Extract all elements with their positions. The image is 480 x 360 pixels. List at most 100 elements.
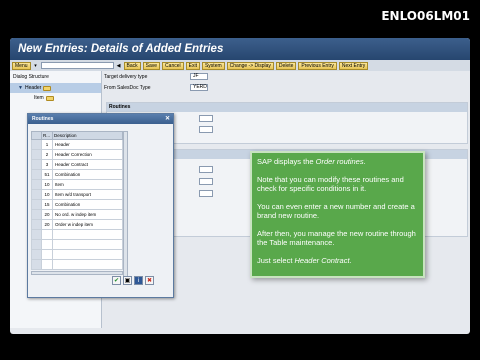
routine-description: Combination — [52, 169, 123, 180]
delete-button[interactable]: Delete — [275, 61, 297, 70]
routine-number: 10 — [41, 179, 53, 190]
folder-icon — [45, 95, 54, 101]
row-selector[interactable] — [31, 159, 42, 170]
row-selector[interactable] — [31, 169, 42, 180]
empty-cell — [41, 239, 53, 250]
tree-item-header[interactable]: ▼ Header — [10, 83, 101, 93]
routine-field-1[interactable] — [199, 115, 213, 122]
table-row-empty[interactable] — [31, 259, 123, 270]
table-row-empty[interactable] — [31, 229, 123, 240]
routine-description: Item — [52, 179, 123, 190]
info-icon[interactable]: i — [134, 276, 143, 285]
menu-button[interactable]: Menu — [12, 61, 31, 70]
row-selector-header[interactable] — [31, 131, 42, 140]
callout-paragraph: After then, you manage the new routine t… — [257, 229, 416, 247]
row-selector[interactable] — [31, 139, 42, 150]
routine-number: 20 — [41, 219, 53, 230]
routine-description: Header — [52, 139, 123, 150]
popup-button-bar: ✔ ▣ i ✖ — [112, 276, 154, 285]
popup-title-bar: Routines ✕ — [28, 114, 173, 124]
table-row[interactable]: 51 Combination — [31, 169, 123, 180]
back-button[interactable]: Back — [123, 61, 141, 70]
table-row[interactable]: 20 Order w indep item — [31, 219, 123, 230]
empty-cell — [52, 239, 123, 250]
title-bar: New Entries: Details of Added Entries — [10, 38, 470, 60]
target-delivery-field[interactable]: JF — [190, 73, 208, 80]
cancel-x-icon[interactable]: ✖ — [145, 276, 154, 285]
previous-entry-button[interactable]: Previous Entry — [298, 61, 337, 70]
save-button[interactable]: Save — [142, 61, 161, 70]
table-row[interactable]: 10 Item — [31, 179, 123, 190]
table-row[interactable]: 2 Header Correction — [31, 149, 123, 160]
row-selector[interactable] — [31, 179, 42, 190]
routines-popup: Routines ✕ R... Description 1 Header 2 Hea… — [27, 113, 174, 298]
system-button[interactable]: System — [201, 61, 225, 70]
field-row-target: Target delivery type JF — [104, 71, 208, 82]
folder-icon — [43, 85, 52, 91]
vertical-scrollbar[interactable] — [123, 131, 128, 278]
popup-title: Routines — [32, 116, 54, 122]
routine-description: Header Correction — [52, 149, 123, 160]
routine-number: 1 — [41, 139, 53, 150]
row-selector[interactable] — [31, 259, 42, 270]
data-field-3[interactable] — [199, 190, 213, 197]
from-salesdoc-label: From SalesDoc Type — [104, 84, 151, 91]
table-row[interactable]: 3 Header Contract — [31, 159, 123, 170]
back-arrow-icon[interactable]: ◀ — [116, 63, 122, 69]
empty-cell — [52, 259, 123, 270]
callout-paragraph: Just select Header Contract. — [257, 256, 418, 265]
target-delivery-label: Target delivery type — [104, 73, 148, 80]
table-row[interactable]: 15 Combination — [31, 199, 123, 210]
next-entry-button[interactable]: Next Entry — [338, 61, 369, 70]
routine-number: 3 — [41, 159, 53, 170]
table-row[interactable]: 20 No ord. w indep item — [31, 209, 123, 220]
from-salesdoc-field[interactable]: YERD — [190, 84, 208, 91]
row-selector[interactable] — [31, 229, 42, 240]
routine-number: 20 — [41, 209, 53, 220]
row-selector[interactable] — [31, 189, 42, 200]
row-selector[interactable] — [31, 149, 42, 160]
exit-button[interactable]: Exit — [185, 61, 200, 70]
routines-section-head: Routines — [107, 103, 467, 112]
row-selector[interactable] — [31, 219, 42, 230]
close-icon[interactable]: ✕ — [165, 114, 170, 124]
row-selector[interactable] — [31, 209, 42, 220]
column-header-description[interactable]: Description — [52, 131, 123, 140]
callout-text: . — [363, 157, 366, 166]
routine-field-2[interactable] — [199, 126, 213, 133]
horizontal-scrollbar[interactable] — [31, 271, 123, 275]
routines-table: R... Description 1 Header 2 Header Correct… — [31, 131, 123, 270]
table-row-empty[interactable] — [31, 249, 123, 260]
header-fields: Target delivery type JF From SalesDoc Ty… — [104, 71, 208, 93]
dropdown-arrow-icon[interactable]: ▾ — [33, 63, 39, 69]
confirm-check-icon[interactable]: ✔ — [112, 276, 121, 285]
toolbar: Menu ▾ ◀ Back Save Cancel Exit System Ch… — [10, 60, 470, 71]
table-row-empty[interactable] — [31, 239, 123, 250]
row-selector[interactable] — [31, 249, 42, 260]
routine-description: Item w/d transport — [52, 189, 123, 200]
callout-text: Just select — [257, 256, 295, 265]
table-row[interactable]: 1 Header — [31, 139, 123, 150]
routine-number: 15 — [41, 199, 53, 210]
empty-cell — [41, 249, 53, 260]
data-field-2[interactable] — [199, 178, 213, 185]
field-row-from: From SalesDoc Type YERD — [104, 82, 208, 93]
cancel-button[interactable]: Cancel — [162, 61, 184, 70]
change-display-button[interactable]: Change -> Display — [226, 61, 274, 70]
callout-text: SAP displays the — [257, 157, 316, 166]
column-header-routine[interactable]: R... — [41, 131, 53, 140]
table-row[interactable]: 10 Item w/d transport — [31, 189, 123, 200]
row-selector[interactable] — [31, 239, 42, 250]
tree-item-item[interactable]: Item — [10, 93, 101, 103]
routine-number: 51 — [41, 169, 53, 180]
row-selector[interactable] — [31, 199, 42, 210]
copy-icon[interactable]: ▣ — [123, 276, 132, 285]
window-title: New Entries: Details of Added Entries — [18, 43, 224, 55]
tree-item-label: Item — [34, 95, 44, 101]
expand-arrow-icon[interactable]: ▼ — [18, 85, 23, 91]
command-field[interactable] — [40, 62, 114, 69]
routine-number: 10 — [41, 189, 53, 200]
data-field-1[interactable] — [199, 166, 213, 173]
callout-paragraph: Note that you can modify these routines … — [257, 175, 404, 193]
callout-paragraph: You can even enter a new number and crea… — [257, 202, 415, 220]
